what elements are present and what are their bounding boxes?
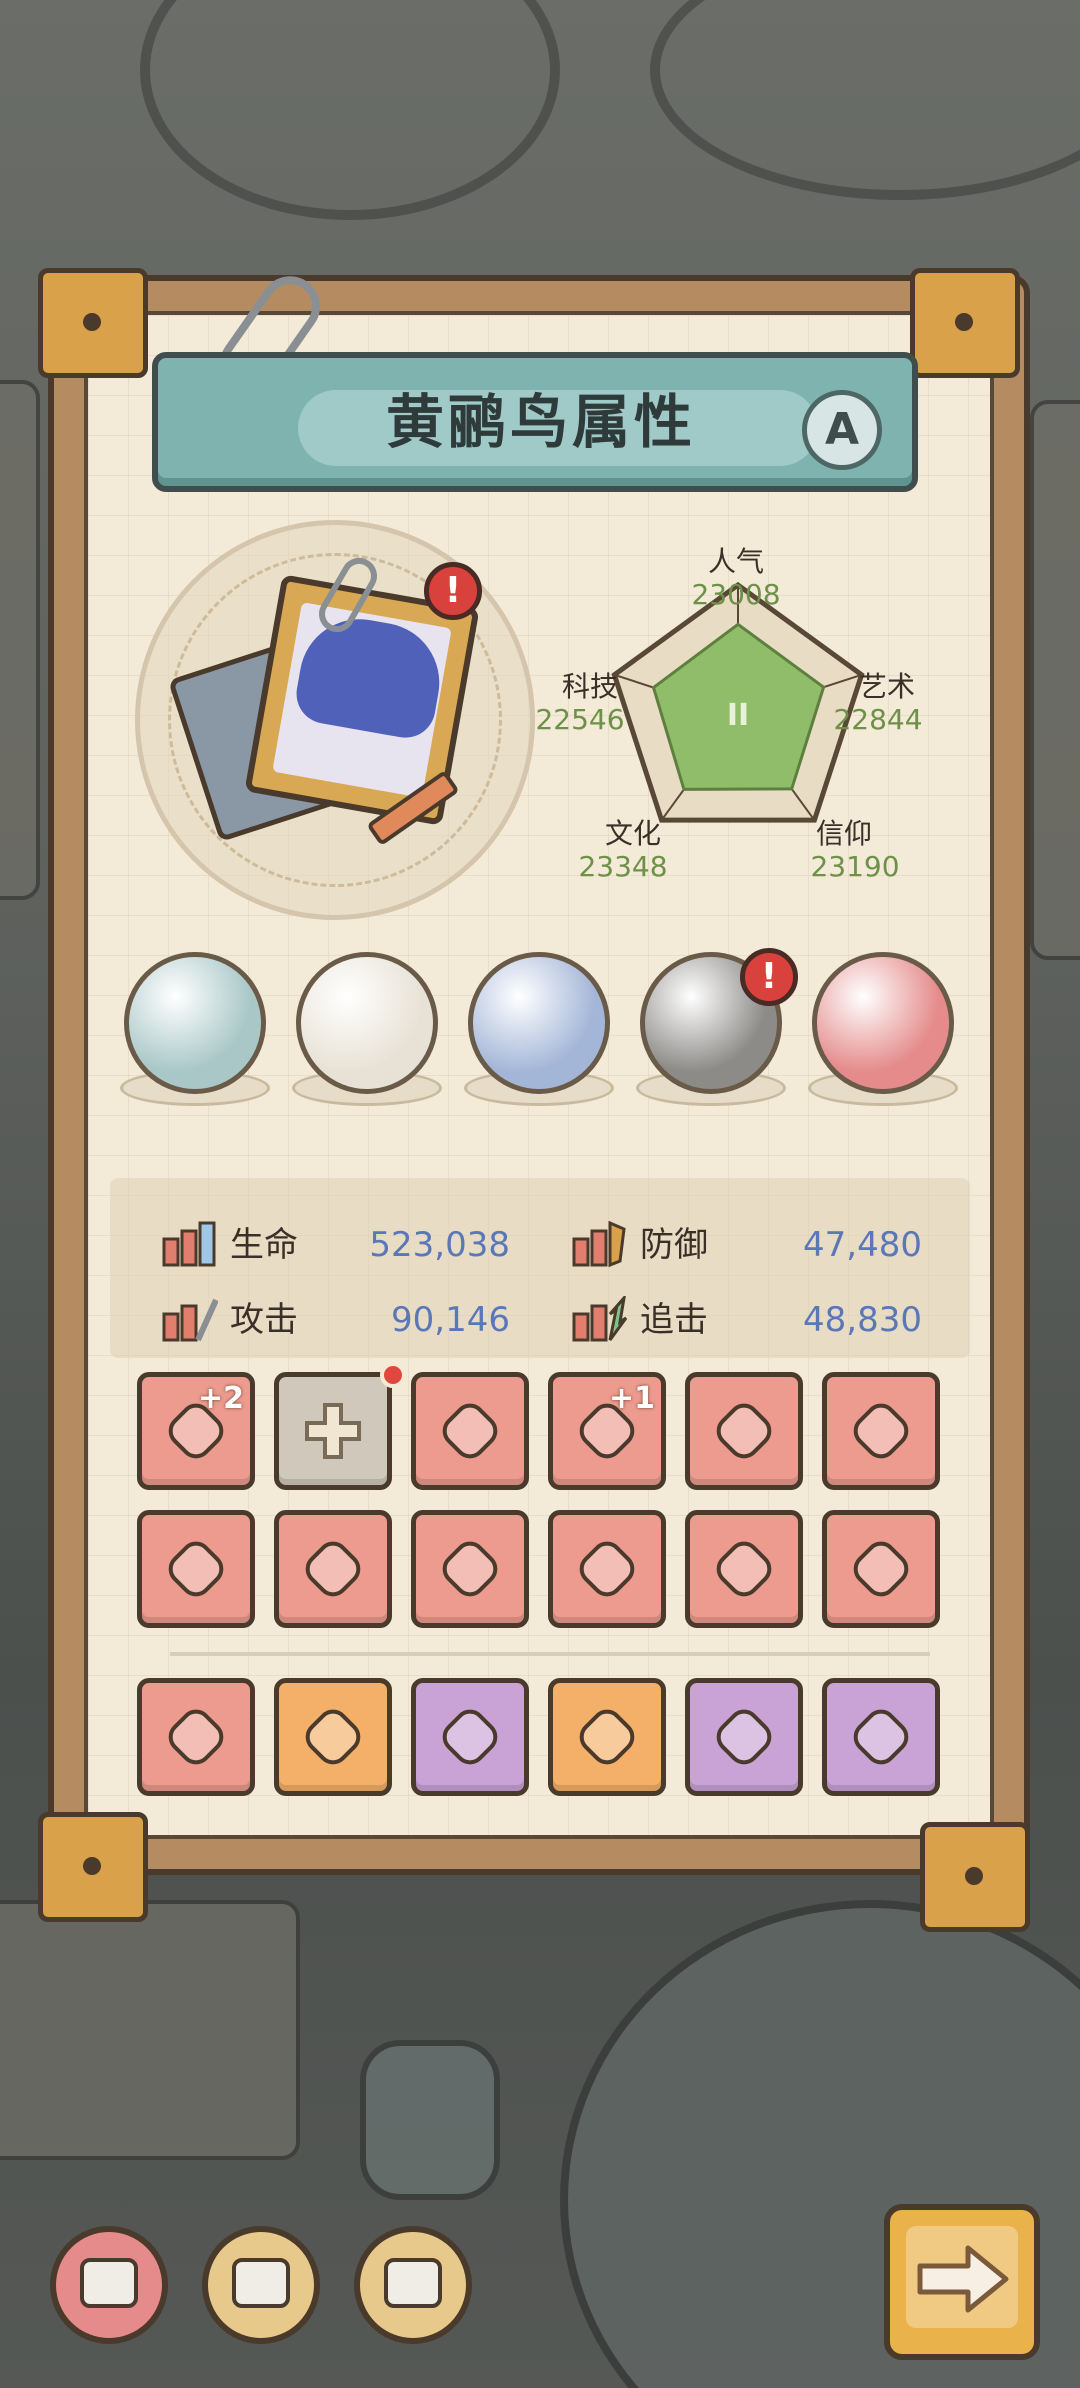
portrait-alert-icon: ! — [424, 562, 482, 620]
equipment-slot[interactable] — [274, 1510, 392, 1628]
radar-label-art: 艺术 — [858, 670, 915, 703]
arrow-right-icon — [917, 2245, 1009, 2313]
equipment-slot[interactable] — [274, 1678, 392, 1796]
panel-corner — [910, 268, 1020, 378]
radar-label-tech: 科技 — [561, 670, 618, 703]
crest-emblem — [80, 2258, 138, 2308]
equipment-divider — [170, 1652, 930, 1656]
equipment-slot[interactable] — [137, 1510, 255, 1628]
blue-crest-tab-icon[interactable] — [50, 2226, 168, 2344]
equipment-slot[interactable] — [411, 1372, 529, 1490]
attack-icon — [162, 1298, 218, 1342]
equipment-slot[interactable] — [411, 1510, 529, 1628]
stat-attack: 攻击 90,146 — [160, 1290, 510, 1350]
equipment-slot[interactable] — [274, 1372, 392, 1490]
backpack-icon — [712, 1537, 776, 1601]
orb-alert-icon: ! — [740, 948, 798, 1006]
chase-icon — [572, 1296, 628, 1342]
background-jar — [360, 2040, 500, 2200]
panel-corner — [920, 1822, 1030, 1932]
pink-crest-tab-icon[interactable] — [354, 2226, 472, 2344]
scimitar-icon — [712, 1705, 776, 1769]
add-slot-icon — [301, 1399, 365, 1463]
hammer-icon — [849, 1399, 913, 1463]
equipment-slot[interactable] — [685, 1510, 803, 1628]
stat-hp-value: 523,038 — [369, 1225, 510, 1265]
radar-value-culture: 23348 — [578, 850, 668, 883]
equipment-slot[interactable] — [685, 1372, 803, 1490]
stat-defense-label: 防御 — [640, 1225, 708, 1265]
compass-orb-icon[interactable] — [468, 952, 610, 1094]
upgrade-level-badge: +2 — [197, 1381, 244, 1416]
stat-attack-label: 攻击 — [230, 1300, 298, 1340]
stat-hp: 生命 523,038 — [160, 1215, 510, 1275]
totem-mace-icon — [712, 1399, 776, 1463]
helmet-icon — [164, 1705, 228, 1769]
notification-dot — [380, 1362, 406, 1388]
background-pipe — [650, 0, 1080, 200]
background-shelf — [1030, 400, 1080, 960]
trident-icon — [301, 1705, 365, 1769]
radar-value-faith: 23190 — [810, 850, 900, 883]
stat-defense: 防御 47,480 — [570, 1215, 922, 1275]
equipment-slot[interactable] — [685, 1678, 803, 1796]
equipment-slot[interactable] — [822, 1372, 940, 1490]
background-pipe — [140, 0, 560, 220]
stat-chase-label: 追击 — [640, 1300, 708, 1340]
stat-chase-value: 48,830 — [803, 1300, 922, 1340]
radar-label-popularity: 人气 — [707, 545, 764, 578]
background-shelf — [0, 380, 40, 900]
stat-hp-label: 生命 — [230, 1225, 298, 1265]
grade-badge[interactable]: A — [802, 390, 882, 470]
next-button[interactable] — [884, 2204, 1040, 2360]
equipment-slot[interactable] — [822, 1510, 940, 1628]
character-hair — [291, 609, 449, 743]
chest-armor-icon — [438, 1705, 502, 1769]
equipment-slot[interactable]: +1 — [548, 1372, 666, 1490]
defense-icon — [572, 1221, 626, 1268]
radar-label-culture: 文化 — [604, 817, 661, 850]
stat-chase: 追击 48,830 — [570, 1290, 922, 1350]
equipment-slot[interactable] — [548, 1678, 666, 1796]
necklace-icon — [438, 1399, 502, 1463]
background-crate — [0, 1900, 300, 2160]
radar-label-faith: 信仰 — [815, 817, 872, 850]
crest-emblem — [384, 2258, 442, 2308]
crest-emblem — [232, 2258, 290, 2308]
leg-armor-icon — [164, 1537, 228, 1601]
equipment-slot[interactable]: +2 — [137, 1372, 255, 1490]
green-crest-tab-icon[interactable] — [202, 2226, 320, 2344]
radar-value-popularity: 23008 — [691, 578, 781, 611]
magnify-staff-icon — [575, 1705, 639, 1769]
equipment-slot[interactable] — [822, 1678, 940, 1796]
egg-orb-icon[interactable] — [812, 952, 954, 1094]
radar-center-mark: II — [727, 698, 749, 733]
upgrade-level-badge: +1 — [608, 1381, 655, 1416]
gauntlet-icon — [849, 1705, 913, 1769]
radar-value-tech: 22546 — [535, 703, 625, 736]
drill-sword-icon — [438, 1537, 502, 1601]
hp-icon — [162, 1221, 216, 1267]
panel-corner — [38, 268, 148, 378]
equipment-slot[interactable] — [137, 1678, 255, 1796]
crystal-spear-icon — [849, 1537, 913, 1601]
dagger-icon — [575, 1537, 639, 1601]
turtle-orb-icon[interactable] — [124, 952, 266, 1094]
equipment-slot[interactable] — [411, 1678, 529, 1796]
shell-orb-icon[interactable] — [296, 952, 438, 1094]
character-face — [272, 602, 452, 798]
stat-attack-value: 90,146 — [391, 1300, 510, 1340]
panel-corner — [38, 1812, 148, 1922]
equipment-slot[interactable] — [548, 1510, 666, 1628]
broadsword-icon — [301, 1537, 365, 1601]
stat-defense-value: 47,480 — [803, 1225, 922, 1265]
radar-value-art: 22844 — [833, 703, 923, 736]
